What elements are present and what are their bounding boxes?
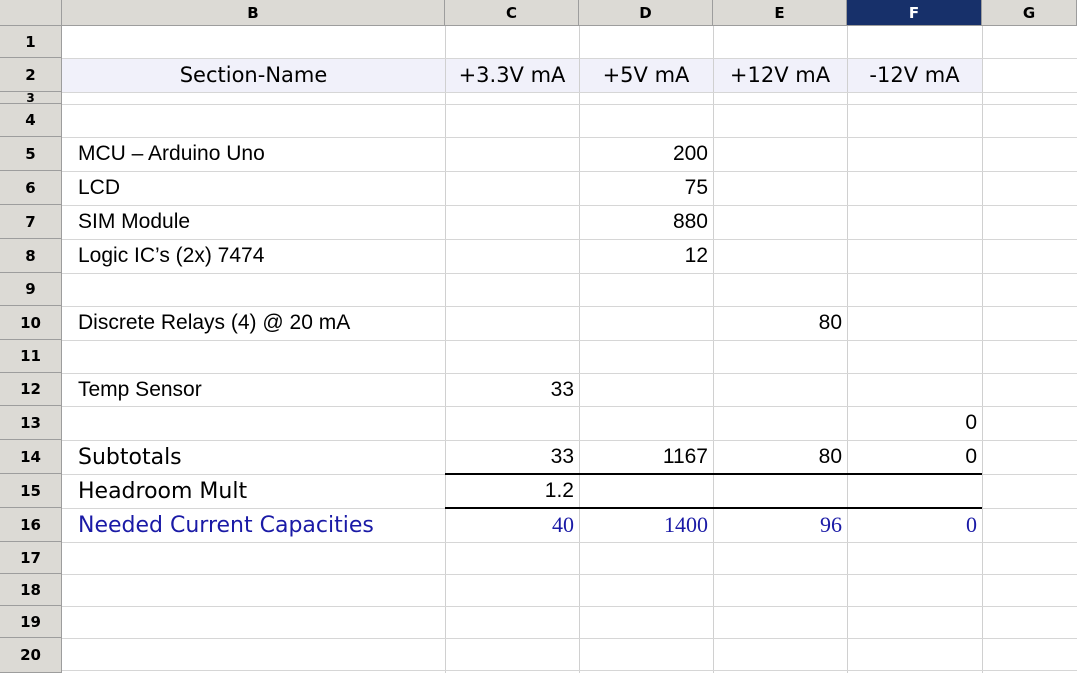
row-header-10[interactable]: 10 — [0, 306, 62, 340]
column-header-d[interactable]: D — [579, 0, 713, 26]
cell-c14[interactable]: 33 — [445, 440, 579, 474]
row-header-18[interactable]: 18 — [0, 574, 62, 606]
subtotal-bottom-border — [445, 473, 982, 475]
cell-b12[interactable]: Temp Sensor — [62, 373, 445, 406]
cell-b2[interactable]: Section-Name — [62, 58, 445, 92]
row-header-9[interactable]: 9 — [0, 273, 62, 306]
row-header-6[interactable]: 6 — [0, 171, 62, 205]
row-header-1[interactable]: 1 — [0, 26, 62, 58]
row-header-14[interactable]: 14 — [0, 440, 62, 474]
gridline — [62, 104, 1077, 105]
cell-f14[interactable]: 0 — [847, 440, 982, 474]
gridline — [62, 574, 1077, 575]
cell-b15[interactable]: Headroom Mult — [62, 474, 445, 508]
cell-b10[interactable]: Discrete Relays (4) @ 20 mA — [62, 306, 445, 340]
cell-e16[interactable]: 96 — [713, 508, 847, 542]
cell-c16[interactable]: 40 — [445, 508, 579, 542]
cell-f13[interactable]: 0 — [847, 406, 982, 440]
cell-b6[interactable]: LCD — [62, 171, 445, 205]
row-header-13[interactable]: 13 — [0, 406, 62, 440]
cell-b8[interactable]: Logic IC’s (2x) 7474 — [62, 239, 445, 273]
gridline — [982, 26, 983, 673]
cell-d8[interactable]: 12 — [579, 239, 713, 273]
gridline — [62, 542, 1077, 543]
gridline — [62, 340, 1077, 341]
row-header-19[interactable]: 19 — [0, 606, 62, 638]
cell-d2[interactable]: +5V mA — [579, 58, 713, 92]
column-header-f[interactable]: F — [847, 0, 982, 26]
gridline — [713, 26, 714, 673]
column-header-b[interactable]: B — [62, 0, 445, 26]
row-header-17[interactable]: 17 — [0, 542, 62, 574]
cell-b5[interactable]: MCU – Arduino Uno — [62, 137, 445, 171]
cell-f2[interactable]: -12V mA — [847, 58, 982, 92]
cell-b7[interactable]: SIM Module — [62, 205, 445, 239]
row-header-20[interactable]: 20 — [0, 638, 62, 673]
gridline — [579, 26, 580, 673]
row-header-15[interactable]: 15 — [0, 474, 62, 508]
cell-e10[interactable]: 80 — [713, 306, 847, 340]
row-header-4[interactable]: 4 — [0, 104, 62, 137]
cell-b14[interactable]: Subtotals — [62, 440, 445, 474]
spreadsheet[interactable]: B C D E F G 1 2 3 4 5 6 7 8 9 10 11 12 1… — [0, 0, 1077, 673]
row-header-2[interactable]: 2 — [0, 58, 62, 92]
row-header-7[interactable]: 7 — [0, 205, 62, 239]
cell-c15[interactable]: 1.2 — [445, 474, 579, 508]
row-header-3[interactable]: 3 — [0, 92, 62, 104]
row-header-16[interactable]: 16 — [0, 508, 62, 542]
row-header-12[interactable]: 12 — [0, 373, 62, 406]
gridline — [62, 670, 1077, 671]
cell-d16[interactable]: 1400 — [579, 508, 713, 542]
cell-e2[interactable]: +12V mA — [713, 58, 847, 92]
gridline — [62, 273, 1077, 274]
cell-c12[interactable]: 33 — [445, 373, 579, 406]
select-all-corner[interactable] — [0, 0, 62, 26]
cell-c2[interactable]: +3.3V mA — [445, 58, 579, 92]
cell-d7[interactable]: 880 — [579, 205, 713, 239]
column-header-g[interactable]: G — [982, 0, 1077, 26]
row-header-8[interactable]: 8 — [0, 239, 62, 273]
gridline — [62, 606, 1077, 607]
gridline — [62, 638, 1077, 639]
gridline — [847, 26, 848, 673]
cell-e14[interactable]: 80 — [713, 440, 847, 474]
gridline — [445, 26, 446, 673]
cell-d6[interactable]: 75 — [579, 171, 713, 205]
cell-f16[interactable]: 0 — [847, 508, 982, 542]
row-header-11[interactable]: 11 — [0, 340, 62, 373]
column-header-c[interactable]: C — [445, 0, 579, 26]
cell-d5[interactable]: 200 — [579, 137, 713, 171]
cell-b16[interactable]: Needed Current Capacities — [62, 508, 445, 542]
headroom-bottom-border — [445, 507, 982, 509]
column-header-e[interactable]: E — [713, 0, 847, 26]
row-header-5[interactable]: 5 — [0, 137, 62, 171]
gridline — [62, 92, 1077, 93]
cell-d14[interactable]: 1167 — [579, 440, 713, 474]
